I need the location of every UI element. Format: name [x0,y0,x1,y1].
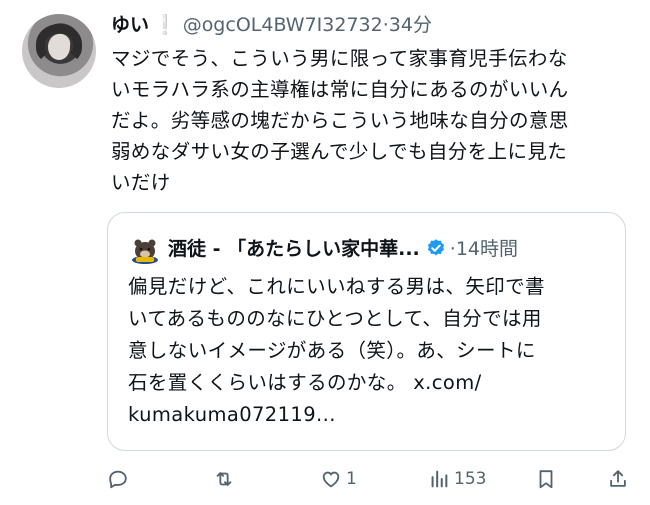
quote-text-line: 石を置くくらいはするのかな。 x.com/ [128,371,482,394]
quote-text-line: 偏見だけど、これにいいねする男は、矢印で書 [128,275,545,298]
views-icon [431,470,448,488]
views-count: 153 [454,469,487,489]
tweet-text-line: だよ。劣等感の塊だからこういう地味な自分の意思 [111,109,569,132]
reply-button[interactable] [107,461,129,497]
tweet-text-line: 弱めなダサい女の子選んで少しでも自分を上に見た [111,140,568,163]
share-button[interactable] [607,461,629,497]
action-bar: 1 153 [0,461,650,497]
quote-header: 酒徒 - 「あたらしい家中華... ·14時間 [168,233,518,265]
reply-icon [109,470,127,489]
views-button[interactable]: 153 [428,461,486,497]
quote-text: 偏見だけど、これにいいねする男は、矢印で書 いてあるもののなにひとつとして、自分… [128,271,618,431]
retweet-button[interactable] [213,461,235,497]
bookmark-icon [539,470,553,489]
quote-avatar [132,239,158,264]
handle[interactable]: @ogcOL4BW7I32732 [183,14,383,36]
display-name[interactable]: ゆい [111,14,149,36]
tweet-text-line: いだけ [111,171,171,194]
avatar-face [48,34,70,60]
avatar[interactable] [22,14,96,88]
tweet-header: ゆい ❕ @ogcOL4BW7I32732·34分 [111,10,432,40]
quoted-tweet[interactable]: 酒徒 - 「あたらしい家中華... ·14時間 偏見だけど、これにいいねする男は、… [107,212,626,451]
quote-display-name[interactable]: 酒徒 - 「あたらしい家中華... [168,238,420,260]
like-button[interactable]: 1 [320,461,357,497]
like-count: 1 [346,469,357,489]
quote-timestamp[interactable]: 14時間 [456,238,518,260]
verified-icon [427,239,444,256]
tweet-text-line: いモラハラ系の主導権は常に自分にあるのがいいん [111,78,569,101]
quote-text-line: いてあるもののなにひとつとして、自分では用 [128,307,542,330]
timestamp[interactable]: 34分 [389,14,432,36]
quote-text-line: kumakuma072119... [128,403,336,426]
retweet-icon [216,472,232,486]
tweet-text-line: マジでそう、こういう男に限って家事育児手伝わな [111,47,568,70]
bookmark-button[interactable] [535,461,557,497]
share-icon [610,470,626,487]
tweet-text: マジでそう、こういう男に限って家事育児手伝わな いモラハラ系の主導権は常に自分に… [111,43,641,198]
heart-icon [322,471,340,488]
badge-icon: ❕ [153,14,177,36]
quote-text-line: 意しないイメージがある（笑）。あ、シートに [128,339,536,362]
